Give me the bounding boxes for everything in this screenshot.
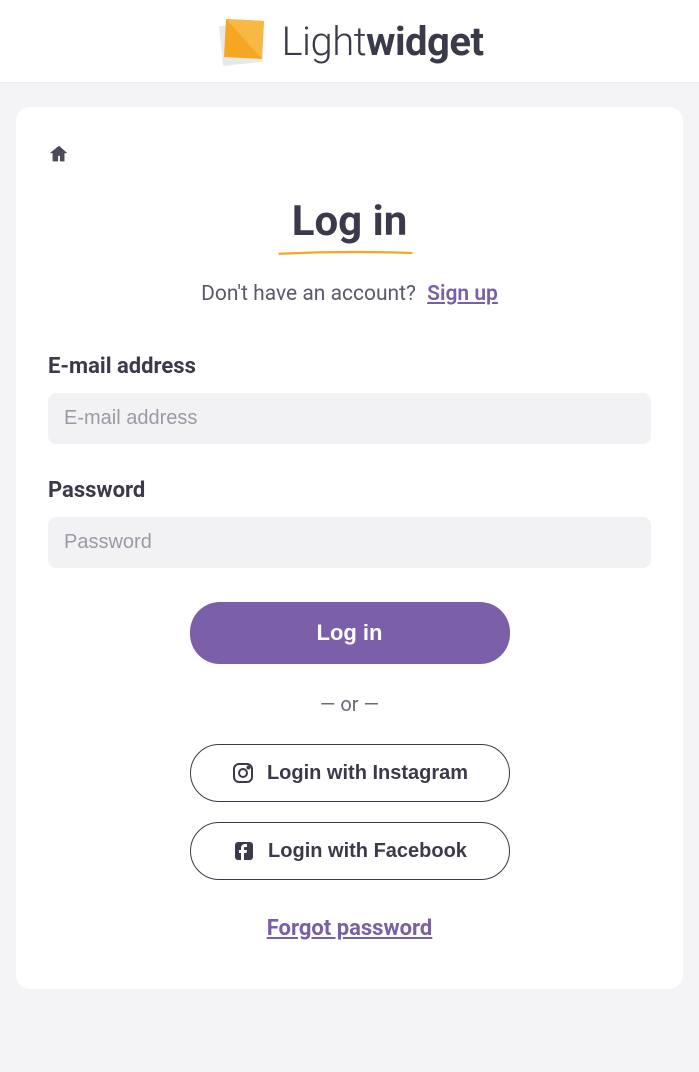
signup-prompt: Don't have an account?	[201, 282, 416, 306]
password-label: Password	[48, 478, 651, 503]
facebook-icon	[232, 839, 256, 863]
login-card: Log in Don't have an account? Sign up E-…	[16, 107, 683, 989]
instagram-icon	[231, 761, 255, 785]
title-wrap: Log in	[48, 197, 651, 250]
logo-widget-text: widget	[366, 18, 483, 65]
page-title-text: Log in	[292, 197, 408, 246]
signup-link[interactable]: Sign up	[427, 282, 498, 306]
logo-light-text: Light	[281, 18, 366, 65]
page-title: Log in	[292, 197, 408, 250]
title-underline	[278, 250, 413, 256]
email-field-group: E-mail address	[48, 354, 651, 444]
signup-row: Don't have an account? Sign up	[48, 282, 651, 306]
forgot-password-link[interactable]: Forgot password	[267, 916, 433, 941]
password-field[interactable]	[48, 517, 651, 568]
email-field[interactable]	[48, 393, 651, 444]
divider: — or —	[48, 692, 651, 716]
login-facebook-button[interactable]: Login with Facebook	[190, 822, 510, 880]
header: Lightwidget	[0, 0, 699, 83]
logo-icon	[215, 14, 269, 68]
password-field-group: Password	[48, 478, 651, 568]
logo-text: Lightwidget	[281, 18, 483, 65]
home-icon[interactable]	[48, 143, 70, 165]
login-instagram-label: Login with Instagram	[267, 762, 468, 785]
logo[interactable]: Lightwidget	[215, 14, 483, 68]
forgot-wrap: Forgot password	[48, 916, 651, 941]
login-button[interactable]: Log in	[190, 602, 510, 664]
login-instagram-button[interactable]: Login with Instagram	[190, 744, 510, 802]
login-facebook-label: Login with Facebook	[268, 840, 467, 863]
email-label: E-mail address	[48, 354, 651, 379]
breadcrumb	[48, 143, 651, 169]
content-area: Log in Don't have an account? Sign up E-…	[0, 83, 699, 1013]
